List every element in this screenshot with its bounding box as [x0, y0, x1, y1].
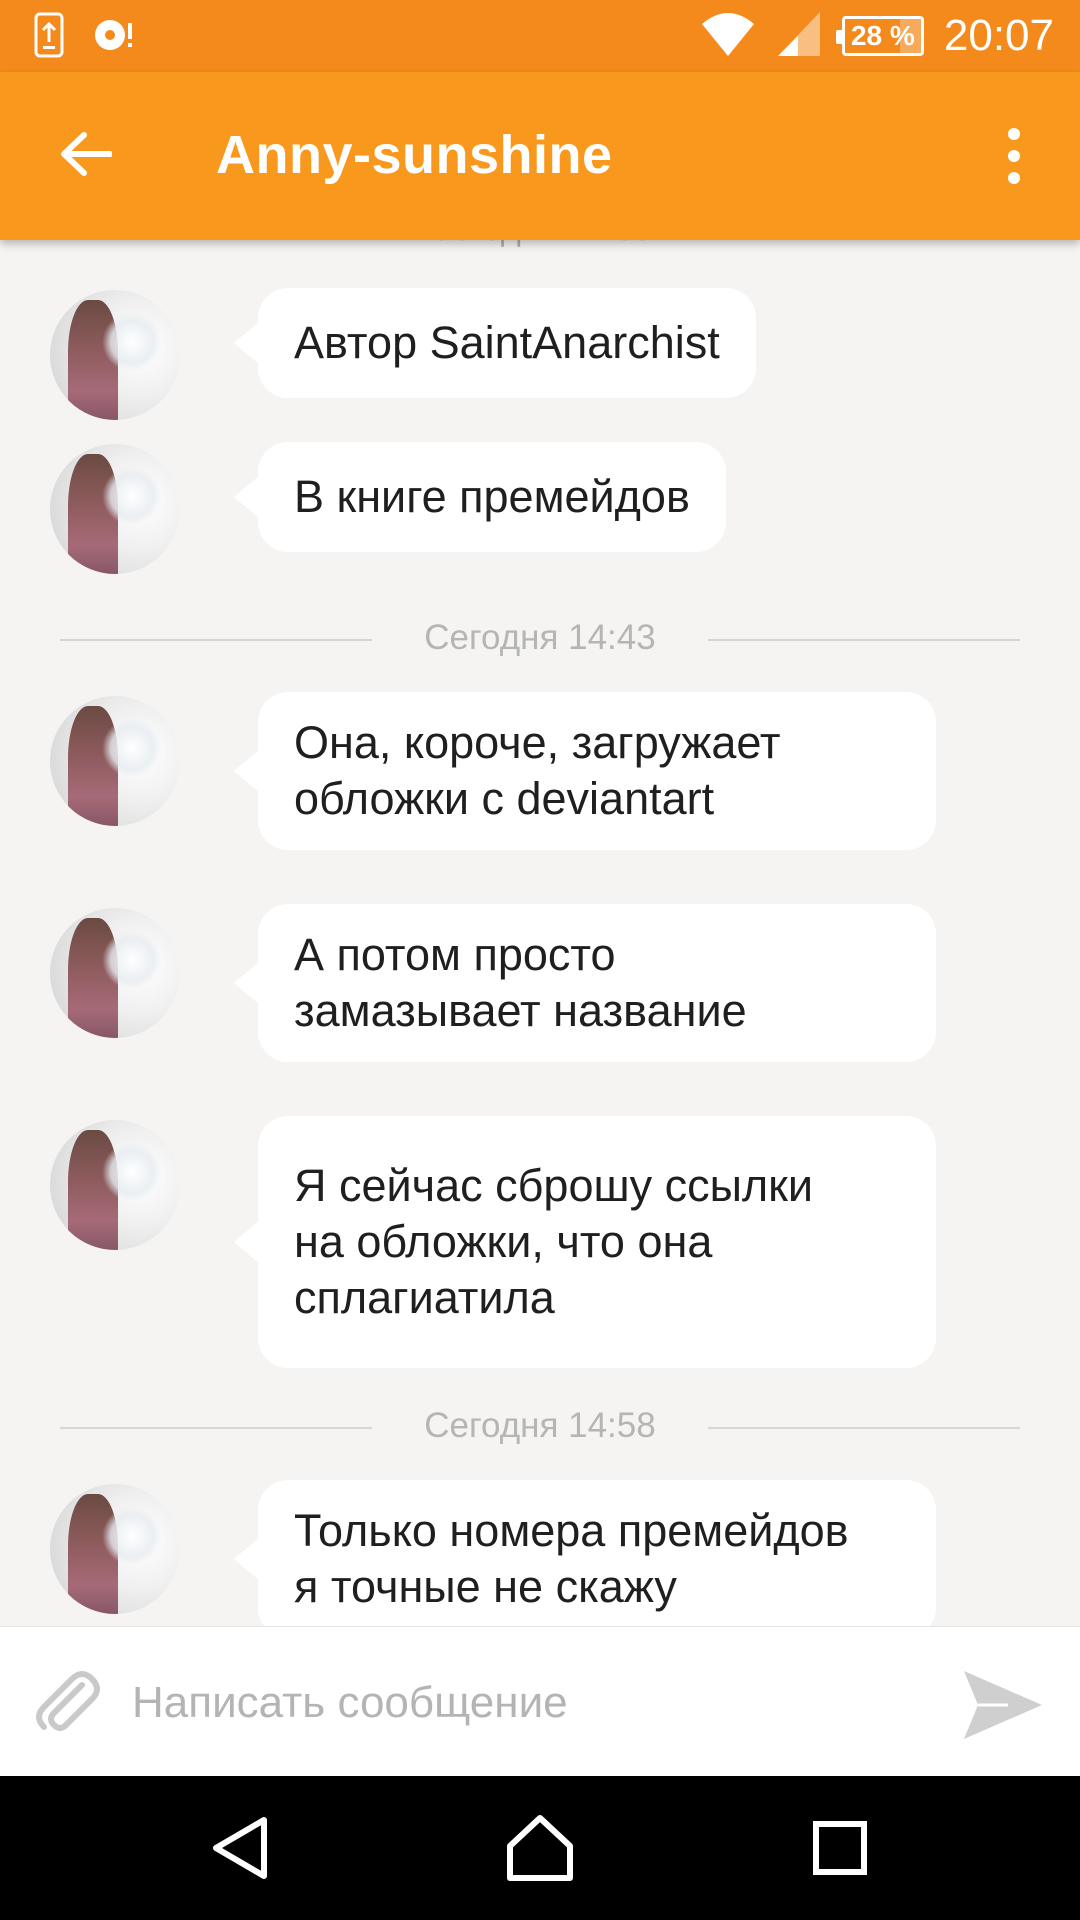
music-icon [94, 15, 134, 60]
home-icon [500, 1815, 580, 1892]
divider-line [708, 639, 1020, 641]
more-vert-dot [1008, 150, 1020, 162]
system-nav-bar [0, 1776, 1080, 1920]
battery-icon: 28 % [835, 16, 924, 56]
date-divider-label: Сегодня 14:58 [424, 1406, 656, 1445]
message-list[interactable]: Сегодня 14:38 Автор SaintAnarchist В кни… [0, 240, 1080, 1626]
more-options-button[interactable] [984, 116, 1044, 196]
avatar[interactable] [50, 1484, 180, 1614]
message-text: Она, короче, загружает обложки с deviant… [294, 717, 781, 824]
message-text: Автор SaintAnarchist [294, 317, 720, 368]
message-text: Только номера премейдов я точные не скаж… [294, 1505, 849, 1612]
date-divider: Сегодня 14:58 [60, 1402, 1020, 1452]
more-vert-icon [1008, 128, 1020, 140]
chat-title[interactable]: Anny-sunshine [216, 124, 613, 186]
nav-home-button[interactable] [500, 1808, 580, 1888]
send-button[interactable] [958, 1665, 1046, 1745]
date-divider-partial: Сегодня 14:38 [0, 240, 1080, 249]
message-bubble[interactable]: Автор SaintAnarchist [234, 288, 756, 398]
nav-back-button[interactable] [202, 1808, 282, 1888]
recents-square-icon [800, 1821, 880, 1892]
screenshot-upload-icon [34, 12, 64, 63]
message-text: А потом просто замазывает название [294, 929, 747, 1036]
avatar[interactable] [50, 1120, 180, 1250]
paperclip-icon [26, 1671, 106, 1747]
arrow-back-icon [60, 131, 113, 182]
attach-button[interactable] [26, 1663, 106, 1743]
message-text: Я сейчас сброшу ссылки на обложки, что о… [294, 1160, 813, 1323]
cell-signal-icon [776, 10, 822, 63]
date-divider: Сегодня 14:43 [60, 614, 1020, 664]
message-bubble[interactable]: В книге премейдов [234, 442, 726, 552]
avatar[interactable] [50, 290, 180, 420]
back-triangle-icon [202, 1817, 282, 1892]
status-bar: 28 % 20:07 [0, 0, 1080, 72]
date-divider-label: Сегодня 14:43 [424, 618, 656, 657]
nav-recents-button[interactable] [800, 1808, 880, 1888]
avatar[interactable] [50, 696, 180, 826]
avatar[interactable] [50, 908, 180, 1038]
message-bubble[interactable]: Только номера премейдов я точные не скаж… [234, 1480, 936, 1626]
divider-line [708, 1427, 1020, 1429]
composer [0, 1626, 1080, 1776]
more-vert-dot [1008, 172, 1020, 184]
app-bar: Anny-sunshine [0, 72, 1080, 240]
send-icon [958, 1671, 1046, 1749]
back-button[interactable] [46, 116, 126, 196]
avatar[interactable] [50, 444, 180, 574]
message-text: В книге премейдов [294, 471, 690, 522]
status-time: 20:07 [943, 11, 1054, 60]
wifi-icon [700, 10, 756, 63]
message-input[interactable] [132, 1669, 912, 1737]
battery-percent: 28 % [850, 20, 915, 51]
message-bubble[interactable]: Я сейчас сброшу ссылки на обложки, что о… [234, 1116, 936, 1368]
message-bubble[interactable]: Она, короче, загружает обложки с deviant… [234, 692, 936, 850]
message-bubble[interactable]: А потом просто замазывает название [234, 904, 936, 1062]
